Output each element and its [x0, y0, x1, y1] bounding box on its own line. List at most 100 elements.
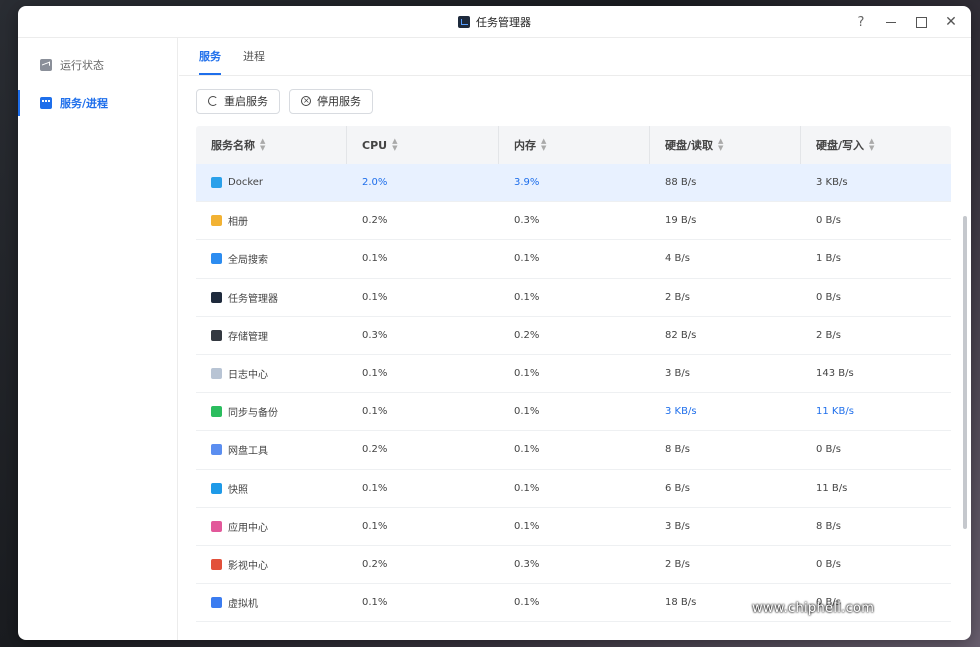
task-manager-app-icon — [458, 15, 470, 28]
minimize-button[interactable] — [885, 15, 897, 29]
service-name-cell: 存储管理 — [196, 328, 347, 343]
table-row[interactable]: 影视中心 0.2% 0.3% 2 B/s 0 B/s — [196, 546, 951, 585]
table-row[interactable]: 存储管理 0.3% 0.2% 82 B/s 2 B/s — [196, 317, 951, 355]
vm-icon — [211, 597, 222, 609]
cpu-cell: 0.1% — [362, 291, 388, 303]
close-button[interactable]: ✕ — [945, 15, 957, 29]
services-icon — [40, 97, 52, 109]
restart-label: 重启服务 — [224, 95, 268, 108]
disk-read-cell: 19 B/s — [665, 215, 697, 227]
disk-read-cell: 2 B/s — [665, 558, 690, 570]
table-header: 服务名称 ▲ ▼ CPU ▲ ▼ 内存 ▲ ▼ 硬盘/读取 ▲ ▼ 硬盘/写入 ▲ ▼ — [196, 126, 951, 164]
memory-cell: 0.3% — [514, 558, 540, 570]
memory-cell: 0.1% — [514, 368, 540, 380]
memory-cell: 0.1% — [514, 597, 540, 609]
tab-bar: 服务 进程 — [179, 38, 971, 76]
table-row[interactable]: 快照 0.1% 0.1% 6 B/s 11 B/s — [196, 470, 951, 508]
column-header-disk-write[interactable]: 硬盘/写入 ▲ ▼ — [801, 126, 951, 164]
table-row[interactable]: 任务管理器 0.1% 0.1% 2 B/s 0 B/s — [196, 279, 951, 317]
cpu-cell: 0.1% — [362, 597, 388, 609]
table-row[interactable]: 网盘工具 0.2% 0.1% 8 B/s 0 B/s — [196, 431, 951, 470]
disk-read-cell: 3 B/s — [665, 368, 690, 380]
cpu-cell: 0.1% — [362, 368, 388, 380]
task-manager-icon — [211, 291, 222, 303]
column-header-memory[interactable]: 内存 ▲ ▼ — [499, 126, 650, 164]
table-row[interactable]: 全局搜索 0.1% 0.1% 4 B/s 1 B/s — [196, 240, 951, 279]
table-scrollbar[interactable] — [963, 216, 967, 529]
service-name-cell: 全局搜索 — [196, 251, 347, 266]
disk-read-cell: 3 B/s — [665, 520, 690, 532]
column-header-cpu[interactable]: CPU ▲ ▼ — [347, 126, 499, 164]
memory-cell: 0.1% — [514, 253, 540, 265]
stop-service-button[interactable]: 停用服务 — [289, 88, 373, 114]
tab-processes[interactable]: 进程 — [243, 37, 265, 75]
service-name: 虚拟机 — [228, 599, 258, 611]
disk-write-cell: 0 B/s — [816, 215, 841, 227]
video-icon — [211, 558, 222, 570]
service-name: Docker — [228, 177, 264, 189]
chart-icon — [40, 59, 52, 71]
service-name: 存储管理 — [228, 331, 268, 343]
service-name: 网盘工具 — [228, 446, 268, 458]
service-name-cell: 网盘工具 — [196, 442, 347, 457]
disk-write-cell: 11 KB/s — [816, 406, 854, 418]
disk-read-cell: 2 B/s — [665, 291, 690, 303]
services-table: 服务名称 ▲ ▼ CPU ▲ ▼ 内存 ▲ ▼ 硬盘/读取 ▲ ▼ 硬盘/写入 ▲ ▼ Docker… — [196, 126, 951, 623]
table-row[interactable]: 相册 0.2% 0.3% 19 B/s 0 B/s — [196, 202, 951, 241]
cpu-cell: 0.2% — [362, 215, 388, 227]
table-row[interactable]: Docker 2.0% 3.9% 88 B/s 3 KB/s — [196, 164, 951, 203]
memory-cell: 0.1% — [514, 291, 540, 303]
table-row[interactable]: 同步与备份 0.1% 0.1% 3 KB/s 11 KB/s — [196, 393, 951, 432]
snapshot-icon — [211, 482, 222, 494]
service-name-cell: 影视中心 — [196, 557, 347, 572]
cpu-cell: 0.1% — [362, 520, 388, 532]
service-name-cell: 相册 — [196, 213, 347, 228]
netdisk-icon — [211, 444, 222, 456]
search-icon — [211, 253, 222, 265]
service-name-cell: 虚拟机 — [196, 595, 347, 610]
docker-icon — [211, 177, 222, 189]
table-row[interactable]: 日志中心 0.1% 0.1% 3 B/s 143 B/s — [196, 355, 951, 394]
restart-service-button[interactable]: 重启服务 — [196, 88, 280, 114]
disk-write-cell: 11 B/s — [816, 482, 848, 494]
cpu-cell: 2.0% — [362, 177, 388, 189]
title-bar: 任务管理器 ? ✕ — [18, 6, 971, 38]
service-name-cell: 应用中心 — [196, 519, 347, 534]
help-button[interactable]: ? — [855, 15, 867, 29]
log-icon — [211, 368, 222, 380]
sidebar-item-services[interactable]: 服务/进程 — [18, 84, 177, 122]
disk-write-cell: 0 B/s — [816, 291, 841, 303]
disk-read-cell: 8 B/s — [665, 444, 690, 456]
cpu-cell: 0.1% — [362, 482, 388, 494]
disk-read-cell: 3 KB/s — [665, 406, 697, 418]
refresh-icon — [208, 96, 218, 106]
window-title-group: 任务管理器 — [458, 14, 531, 30]
memory-cell: 0.2% — [514, 329, 540, 341]
stop-icon — [301, 94, 311, 108]
maximize-button[interactable] — [915, 15, 927, 29]
service-name: 相册 — [228, 217, 248, 229]
service-name-cell: 任务管理器 — [196, 290, 347, 305]
stop-label: 停用服务 — [317, 95, 361, 108]
service-name: 同步与备份 — [228, 408, 278, 420]
disk-write-cell: 1 B/s — [816, 253, 841, 265]
sort-icon: ▲ ▼ — [541, 137, 547, 152]
tab-services[interactable]: 服务 — [199, 37, 221, 75]
task-manager-window: 任务管理器 ? ✕ 运行状态 服务/进程 服务 进程 重启服务 × 停用服务 服… — [18, 6, 971, 640]
memory-cell: 0.1% — [514, 444, 540, 456]
sync-icon — [211, 406, 222, 418]
table-row[interactable]: 应用中心 0.1% 0.1% 3 B/s 8 B/s — [196, 508, 951, 546]
memory-cell: 0.1% — [514, 406, 540, 418]
service-name: 影视中心 — [228, 560, 268, 572]
column-header-disk-read[interactable]: 硬盘/读取 ▲ ▼ — [650, 126, 801, 164]
sidebar-item-status[interactable]: 运行状态 — [18, 46, 177, 84]
photos-icon — [211, 215, 222, 227]
service-name-cell: 日志中心 — [196, 366, 347, 381]
memory-cell: 3.9% — [514, 177, 540, 189]
sidebar-item-label: 运行状态 — [60, 59, 104, 72]
column-header-name[interactable]: 服务名称 ▲ ▼ — [196, 126, 347, 164]
sort-icon: ▲ ▼ — [718, 137, 724, 152]
cpu-cell: 0.3% — [362, 329, 388, 341]
disk-write-cell: 0 B/s — [816, 558, 841, 570]
table-body: Docker 2.0% 3.9% 88 B/s 3 KB/s 相册 0.2% 0.3% 19 B… — [196, 164, 951, 623]
